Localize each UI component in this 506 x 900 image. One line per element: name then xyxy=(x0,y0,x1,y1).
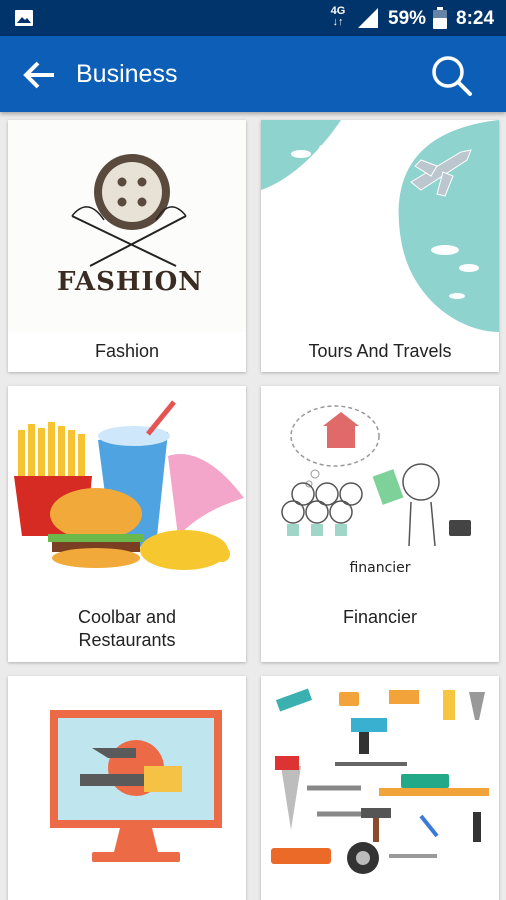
page-title: Business xyxy=(76,60,178,88)
status-bar: 4G ↓↑ 59% 8:24 xyxy=(0,0,506,36)
signal-icon xyxy=(358,8,378,28)
financier-image-text: financier xyxy=(349,560,410,576)
category-label: Coolbar and Restaurants xyxy=(77,607,177,650)
fashion-logo-text: FASHION xyxy=(57,267,203,297)
battery-icon xyxy=(433,7,447,29)
network-type: 4G ↓↑ xyxy=(330,5,346,28)
back-arrow-icon[interactable] xyxy=(22,58,56,92)
battery-percent: 59% xyxy=(388,8,427,29)
category-label: Tours And Travels xyxy=(308,341,452,361)
search-icon[interactable] xyxy=(428,52,476,100)
category-label: Fashion xyxy=(94,341,160,361)
tours-and-travels-thumbnail xyxy=(261,120,499,332)
computer-repair-thumbnail xyxy=(8,676,246,888)
coolbar-thumbnail xyxy=(8,386,246,598)
category-card-fashion[interactable]: FASHION Fashion xyxy=(8,120,246,372)
image-notification-icon xyxy=(15,10,33,26)
app-bar: Business xyxy=(0,36,506,112)
tools-thumbnail xyxy=(261,676,499,888)
category-card-tools[interactable] xyxy=(261,676,499,900)
financier-thumbnail: financier xyxy=(261,386,499,598)
clock: 8:24 xyxy=(456,8,495,29)
fashion-thumbnail: FASHION xyxy=(8,120,246,332)
category-card-coolbar-and-restaurants[interactable]: Coolbar and Restaurants xyxy=(8,386,246,662)
category-label: Financier xyxy=(342,607,418,627)
category-card-computer[interactable] xyxy=(8,676,246,900)
category-card-financier[interactable]: financier Financier xyxy=(261,386,499,662)
category-card-tours-and-travels[interactable]: Tours And Travels xyxy=(261,120,499,372)
